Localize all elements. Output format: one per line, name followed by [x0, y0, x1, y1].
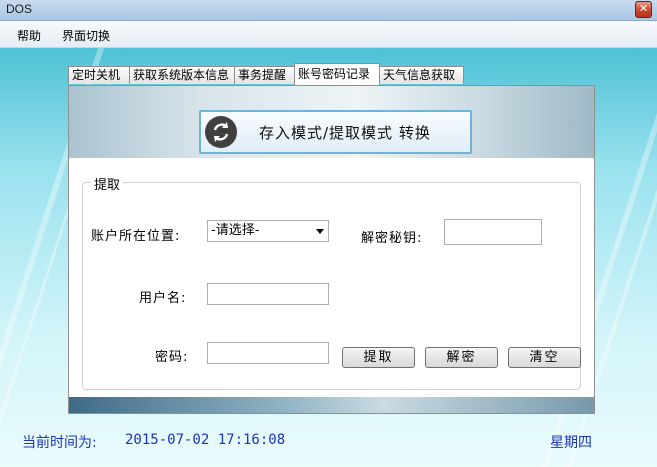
tab-shutdown-timer[interactable]: 定时关机	[68, 66, 130, 84]
close-icon: ✕	[638, 2, 649, 15]
password-label: 密码:	[155, 350, 189, 365]
title-bar: DOS ✕	[0, 0, 657, 21]
extract-group-legend: 提取	[91, 174, 124, 193]
extract-group: 提取 账户所在位置: -请选择- 解密秘钥: 用户名: 密码: 提取 解密 清空	[82, 174, 581, 390]
extract-button[interactable]: 提取	[342, 347, 415, 368]
weekday: 星期四	[550, 435, 592, 451]
account-location-label: 账户所在位置:	[91, 229, 181, 244]
username-label: 用户名:	[139, 291, 187, 306]
tab-panel: 存入模式/提取模式 转换 提取 账户所在位置: -请选择- 解密秘钥: 用户名:…	[68, 85, 595, 414]
password-input[interactable]	[207, 342, 329, 364]
menu-bar: 帮助 界面切换	[0, 21, 657, 48]
username-input[interactable]	[207, 283, 329, 305]
clear-button[interactable]: 清空	[508, 347, 581, 368]
mode-switch-label: 存入模式/提取模式 转换	[259, 124, 431, 142]
window-title: DOS	[6, 2, 33, 16]
current-time-label: 当前时间为:	[22, 435, 97, 451]
tab-reminder[interactable]: 事务提醒	[234, 66, 295, 84]
close-button[interactable]: ✕	[635, 1, 652, 18]
account-location-value: -请选择-	[211, 223, 260, 238]
account-location-select[interactable]: -请选择-	[207, 220, 329, 242]
decrypt-key-input[interactable]	[444, 219, 542, 245]
mode-switch-button[interactable]: 存入模式/提取模式 转换	[199, 110, 472, 154]
menu-help[interactable]: 帮助	[17, 27, 41, 44]
tab-weather[interactable]: 天气信息获取	[379, 66, 464, 84]
decrypt-key-label: 解密秘钥:	[361, 231, 423, 246]
swap-arrows-icon	[205, 116, 237, 148]
tab-system-version[interactable]: 获取系统版本信息	[129, 66, 235, 84]
top-banner: 存入模式/提取模式 转换	[69, 86, 594, 158]
chevron-down-icon	[316, 229, 324, 234]
decrypt-button[interactable]: 解密	[425, 347, 498, 368]
bottom-banner	[69, 397, 594, 413]
tab-account-password[interactable]: 账号密码记录	[294, 63, 380, 85]
current-datetime: 2015-07-02 17:16:08	[125, 432, 286, 448]
menu-switch-interface[interactable]: 界面切换	[62, 27, 110, 44]
